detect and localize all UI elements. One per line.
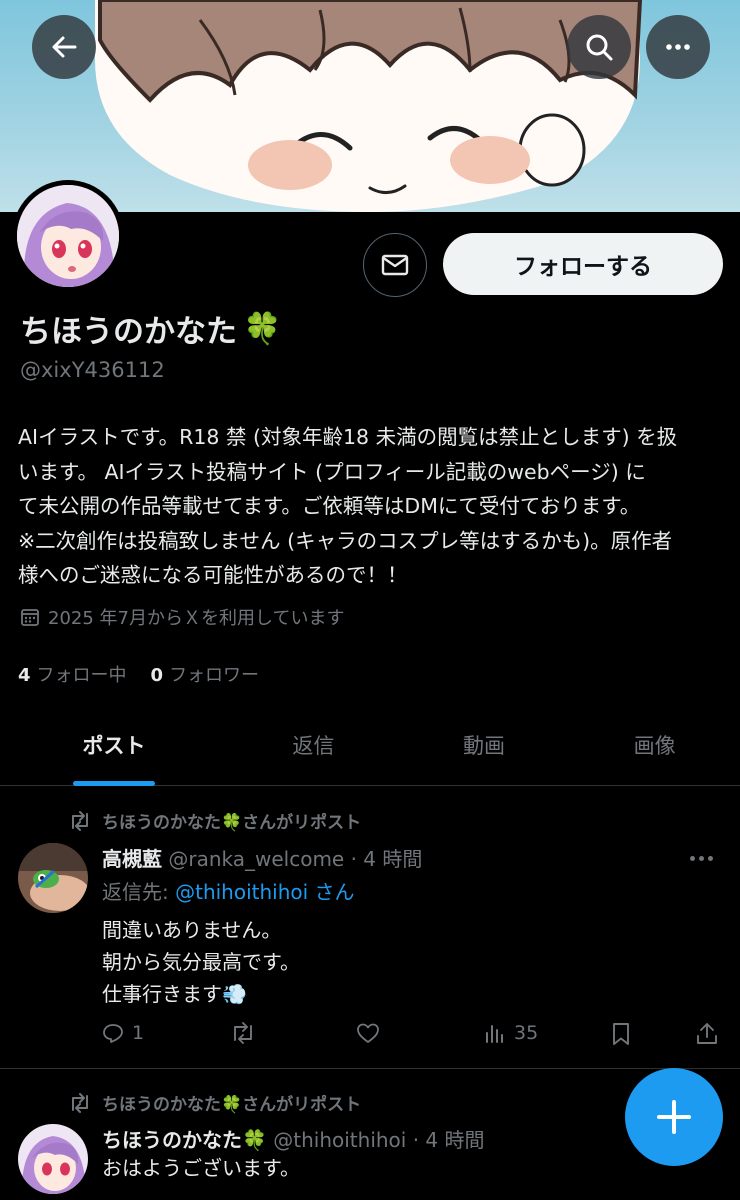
profile-tabs: ポスト 返信 動画 画像 — [0, 708, 740, 786]
reply-target-link[interactable]: @thihoithihoi さん — [175, 880, 354, 904]
repost-button[interactable] — [230, 1022, 256, 1044]
reply-count: 1 — [132, 1022, 145, 1044]
clover-emoji: 🍀 — [243, 311, 282, 347]
profile-banner — [0, 0, 740, 212]
more-horizontal-icon — [666, 44, 690, 50]
following-label: フォロー中 — [36, 665, 127, 686]
joined-date: 2025 年7月からＸを利用しています — [20, 604, 344, 630]
reply-icon — [103, 1024, 123, 1043]
post-handle-time: @ranka_welcome · 4 時間 — [168, 847, 423, 871]
reply-button[interactable]: 1 — [102, 1022, 144, 1044]
follow-stats: 4 フォロー中 0 フォロワー — [18, 661, 259, 687]
post-header: ちほうのかなた🍀 @thihoithihoi · 4 時間 — [102, 1124, 485, 1153]
bio-line: 様へのご迷惑になる可能性があるので！！ — [18, 563, 408, 587]
repost-icon — [234, 1022, 252, 1044]
tab-posts[interactable]: ポスト — [0, 708, 228, 786]
repost-indicator: ちほうのかなた🍀さんがリポスト — [68, 1090, 361, 1115]
heart-icon — [357, 1023, 379, 1043]
post-author-name[interactable]: 高槻藍 — [102, 847, 162, 871]
bookmark-icon — [613, 1023, 629, 1045]
search-icon — [586, 34, 613, 61]
tab-label: 返信 — [292, 734, 335, 758]
post-body: 間違いありません。 朝から気分最高です。 仕事行きます💨 — [102, 914, 300, 1010]
views-count: 35 — [514, 1022, 539, 1044]
avatar-image — [18, 843, 88, 913]
reply-context: 返信先: @thihoithihoi さん — [102, 876, 355, 905]
arrow-left-icon — [52, 36, 77, 58]
active-tab-indicator — [73, 781, 155, 786]
profile-display-name: ちほうのかなた 🍀 — [20, 306, 282, 351]
tab-label: ポスト — [82, 734, 146, 758]
repost-indicator: ちほうのかなた🍀さんがリポスト — [68, 808, 361, 833]
views-button[interactable]: 35 — [484, 1022, 538, 1044]
post-author-name[interactable]: ちほうのかなた🍀 — [102, 1128, 267, 1152]
profile-bio: AIイラストです。R18 禁 (対象年齢18 未満の閲覧は禁止とします) を扱 … — [18, 420, 730, 593]
tab-videos[interactable]: 動画 — [399, 708, 570, 785]
followers-count: 0 — [150, 665, 164, 686]
followers-label: フォロワー — [169, 665, 260, 686]
post-actions: 1 35 — [102, 1022, 722, 1056]
bio-line: て未公開の作品等載せてます。ご依頼等はDMにて受付ております。 — [18, 494, 641, 518]
back-button[interactable] — [32, 15, 96, 79]
message-button[interactable] — [363, 233, 427, 297]
banner-illustration — [95, 0, 643, 212]
repost-text: ちほうのかなた🍀さんがリポスト — [102, 813, 362, 833]
search-button[interactable] — [567, 15, 631, 79]
mail-icon — [381, 254, 409, 276]
compose-button[interactable] — [625, 1068, 723, 1166]
post-line: 仕事行きます💨 — [102, 982, 247, 1006]
repost-icon — [72, 1092, 88, 1113]
post-more-button[interactable] — [690, 856, 713, 861]
post-line: おはようございます。 — [102, 1156, 300, 1180]
analytics-icon — [486, 1025, 503, 1043]
tab-images[interactable]: 画像 — [569, 708, 740, 785]
following-count: 4 — [18, 665, 31, 686]
profile-handle: @xixY436112 — [20, 358, 165, 382]
avatar-image — [18, 1124, 88, 1194]
tab-replies[interactable]: 返信 — [228, 708, 399, 785]
following-link[interactable]: 4 フォロー中 — [18, 661, 127, 687]
post-line: 間違いありません。 — [102, 918, 282, 942]
calendar-icon — [21, 609, 39, 626]
plus-icon — [657, 1100, 691, 1134]
post-handle-time: @thihoithihoi · 4 時間 — [273, 1128, 485, 1152]
avatar-image — [17, 185, 119, 287]
followers-link[interactable]: 0 フォロワー — [151, 661, 260, 687]
tab-label: 動画 — [463, 734, 505, 758]
bio-line: AIイラストです。R18 禁 (対象年齢18 未満の閲覧は禁止とします) を扱 — [18, 425, 678, 449]
tab-label: 画像 — [633, 734, 676, 758]
share-button[interactable] — [696, 1022, 718, 1046]
like-button[interactable] — [356, 1022, 380, 1044]
post-body: おはようございます。 — [102, 1152, 300, 1184]
more-button[interactable] — [646, 15, 710, 79]
repost-text: ちほうのかなた🍀さんがリポスト — [102, 1095, 362, 1115]
profile-avatar[interactable] — [12, 180, 124, 292]
follow-button[interactable]: フォローする — [443, 233, 723, 295]
bio-line: います。 AIイラスト投稿サイト (プロフィール記載のwebページ) に — [18, 459, 646, 484]
post-line: 朝から気分最高です。 — [102, 950, 300, 974]
bio-line: ※二次創作は投稿致しません (キャラのコスプレ等はするかも)。原作者 — [18, 528, 673, 553]
reply-prefix: 返信先: — [102, 880, 176, 904]
display-name-text: ちほうのかなた — [20, 314, 237, 350]
bookmark-button[interactable] — [610, 1022, 632, 1046]
share-icon — [697, 1023, 717, 1044]
post-divider — [0, 1068, 740, 1069]
post-header: 高槻藍 @ranka_welcome · 4 時間 — [102, 843, 422, 872]
repost-icon — [72, 810, 88, 831]
post-author-avatar[interactable] — [18, 843, 88, 913]
post-author-avatar[interactable] — [18, 1124, 88, 1194]
joined-text: 2025 年7月からＸを利用しています — [48, 608, 345, 629]
